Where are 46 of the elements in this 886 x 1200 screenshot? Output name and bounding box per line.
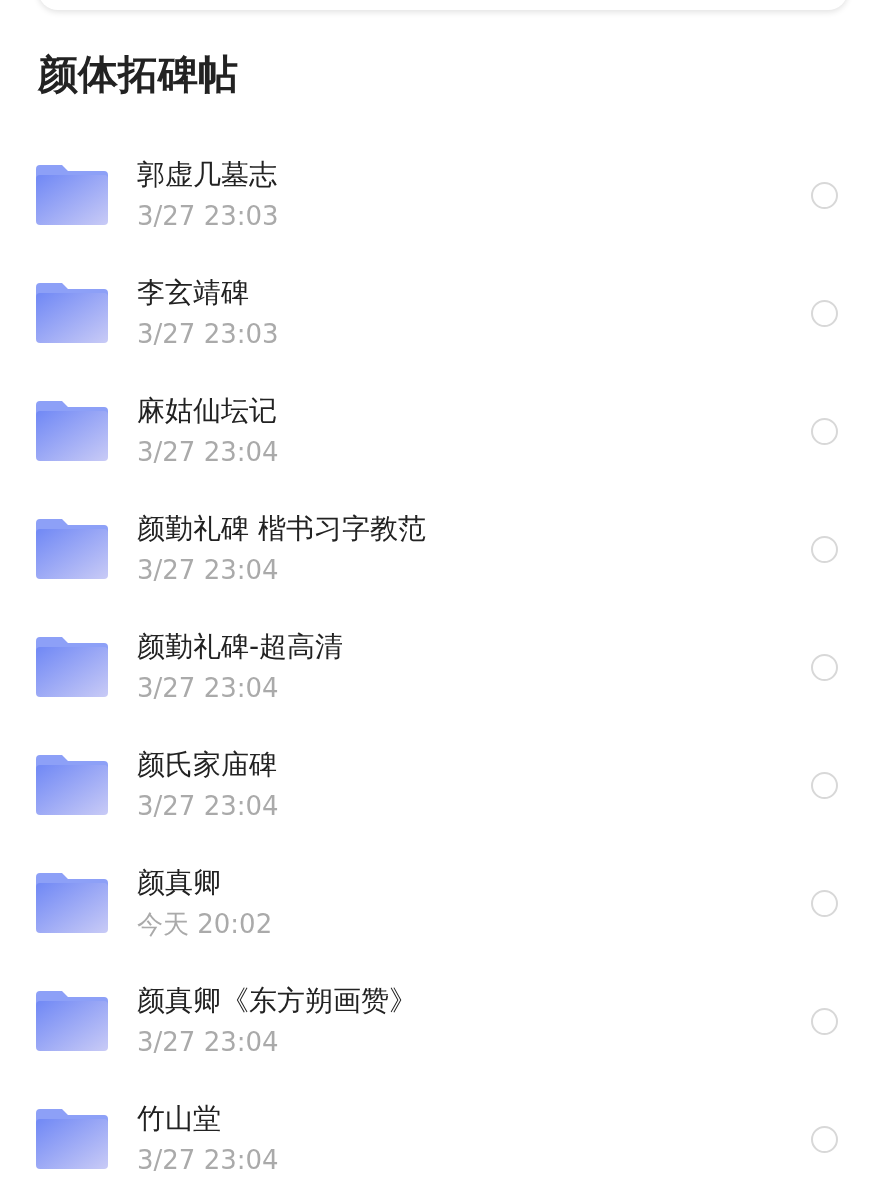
folder-time: 3/27 23:04 xyxy=(137,1026,280,1059)
folder-icon xyxy=(36,991,108,1051)
folder-name: 颜勤礼碑 楷书习字教范 xyxy=(137,511,427,547)
folder-item[interactable]: 颜氏家庙碑 3/27 23:04 xyxy=(0,726,886,844)
folder-item[interactable]: 颜真卿 今天 20:02 xyxy=(0,844,886,962)
folder-name: 颜氏家庙碑 xyxy=(137,747,278,783)
folder-icon xyxy=(36,873,108,933)
folder-time: 3/27 23:04 xyxy=(137,672,280,705)
folder-icon xyxy=(36,519,108,579)
folder-item[interactable]: 颜勤礼碑 楷书习字教范 3/27 23:04 xyxy=(0,490,886,608)
select-radio[interactable] xyxy=(811,1007,838,1035)
folder-time: 3/27 23:04 xyxy=(137,554,280,587)
folder-icon xyxy=(36,165,108,225)
folder-name: 郭虚几墓志 xyxy=(137,157,278,193)
select-radio[interactable] xyxy=(811,181,838,209)
folder-time: 3/27 23:03 xyxy=(137,318,280,351)
folder-icon xyxy=(36,1109,108,1169)
folder-time: 3/27 23:04 xyxy=(137,790,280,823)
select-radio[interactable] xyxy=(811,299,838,327)
select-radio[interactable] xyxy=(811,417,838,445)
folder-item[interactable]: 颜勤礼碑-超高清 3/27 23:04 xyxy=(0,608,886,726)
folder-item[interactable]: 郭虚几墓志 3/27 23:03 xyxy=(0,136,886,254)
folder-name: 李玄靖碑 xyxy=(137,275,250,311)
folder-time: 今天 20:02 xyxy=(137,908,274,941)
folder-item[interactable]: 麻姑仙坛记 3/27 23:04 xyxy=(0,372,886,490)
folder-time: 3/27 23:04 xyxy=(137,1144,280,1177)
folder-name: 颜勤礼碑-超高清 xyxy=(137,629,345,665)
folder-item[interactable]: 李玄靖碑 3/27 23:03 xyxy=(0,254,886,372)
select-radio[interactable] xyxy=(811,1125,838,1153)
folder-name: 颜真卿 xyxy=(137,865,222,901)
folder-icon xyxy=(36,637,108,697)
folder-icon xyxy=(36,401,108,461)
folder-item[interactable]: 颜真卿《东方朔画赞》 3/27 23:04 xyxy=(0,962,886,1080)
folder-icon xyxy=(36,755,108,815)
folder-name: 麻姑仙坛记 xyxy=(137,393,278,429)
section-title: 颜体拓碑帖 xyxy=(38,50,239,99)
select-radio[interactable] xyxy=(811,771,838,799)
folder-item[interactable]: 竹山堂 3/27 23:04 xyxy=(0,1080,886,1198)
select-radio[interactable] xyxy=(811,889,838,917)
folder-name: 竹山堂 xyxy=(137,1101,222,1137)
folder-time: 3/27 23:03 xyxy=(137,200,280,233)
folder-name: 颜真卿《东方朔画赞》 xyxy=(137,983,418,1019)
select-radio[interactable] xyxy=(811,535,838,563)
select-radio[interactable] xyxy=(811,653,838,681)
folder-time: 3/27 23:04 xyxy=(137,436,280,469)
folder-icon xyxy=(36,283,108,343)
